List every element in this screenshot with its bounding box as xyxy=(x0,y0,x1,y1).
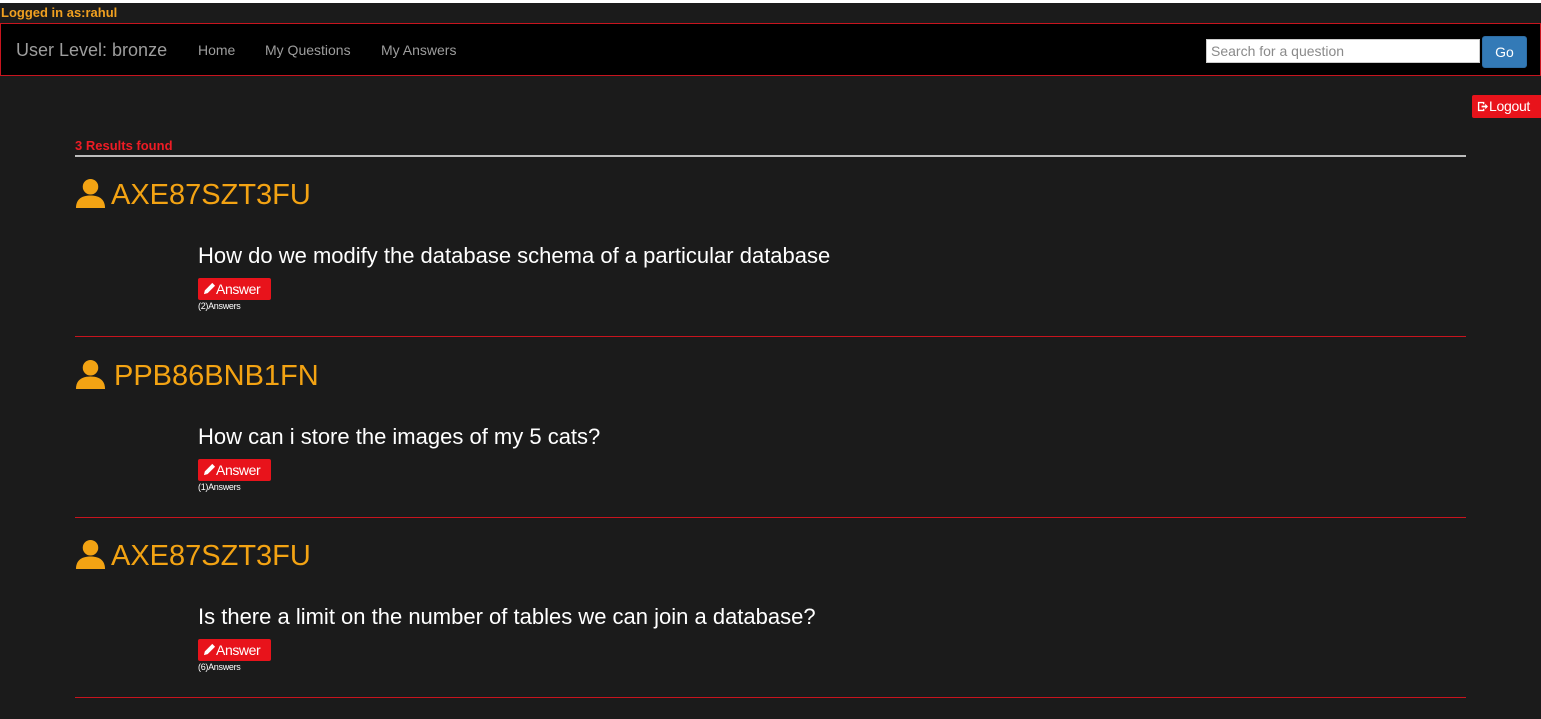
answer-button[interactable]: Answer xyxy=(198,278,271,300)
user-icon xyxy=(75,178,106,209)
answers-count: (6)Answers xyxy=(198,662,241,672)
question-entry: PPB86BNB1FN How can i store the images o… xyxy=(75,359,1466,539)
logout-button[interactable]: Logout xyxy=(1472,95,1541,118)
question-author[interactable]: AXE87SZT3FU xyxy=(111,540,311,572)
navbar: User Level: bronze Home My Questions My … xyxy=(0,23,1541,76)
logout-label: Logout xyxy=(1489,98,1531,114)
nav-my-questions-link[interactable]: My Questions xyxy=(265,41,351,59)
user-level-brand[interactable]: User Level: bronze xyxy=(16,39,167,61)
answer-button-label: Answer xyxy=(216,281,261,297)
logged-in-status: Logged in as:rahul xyxy=(1,5,118,20)
entry-divider xyxy=(75,697,1466,698)
answer-button-label: Answer xyxy=(216,462,261,478)
pencil-icon xyxy=(203,643,216,656)
nav-my-answers-link[interactable]: My Answers xyxy=(381,41,456,59)
top-strip xyxy=(0,0,1541,3)
results-count: 3 Results found xyxy=(75,138,173,153)
question-author[interactable]: AXE87SZT3FU xyxy=(111,179,311,211)
answer-button-label: Answer xyxy=(216,642,261,658)
results-divider xyxy=(75,155,1466,157)
go-button[interactable]: Go xyxy=(1482,36,1527,68)
pencil-icon xyxy=(203,282,216,295)
answers-count: (2)Answers xyxy=(198,301,241,311)
logout-icon xyxy=(1477,101,1488,112)
user-icon xyxy=(75,359,106,390)
entry-divider xyxy=(75,336,1466,337)
answer-button[interactable]: Answer xyxy=(198,639,271,661)
user-icon xyxy=(75,539,106,570)
nav-home-link[interactable]: Home xyxy=(198,41,235,59)
search-input[interactable] xyxy=(1206,39,1480,63)
question-text[interactable]: Is there a limit on the number of tables… xyxy=(198,604,816,630)
pencil-icon xyxy=(203,463,216,476)
question-text[interactable]: How can i store the images of my 5 cats? xyxy=(198,424,600,450)
question-entry: AXE87SZT3FU How do we modify the databas… xyxy=(75,178,1466,358)
answers-count: (1)Answers xyxy=(198,482,241,492)
answer-button[interactable]: Answer xyxy=(198,459,271,481)
question-text[interactable]: How do we modify the database schema of … xyxy=(198,243,830,269)
question-entry: AXE87SZT3FU Is there a limit on the numb… xyxy=(75,539,1466,719)
question-author[interactable]: PPB86BNB1FN xyxy=(114,360,319,392)
entry-divider xyxy=(75,517,1466,518)
